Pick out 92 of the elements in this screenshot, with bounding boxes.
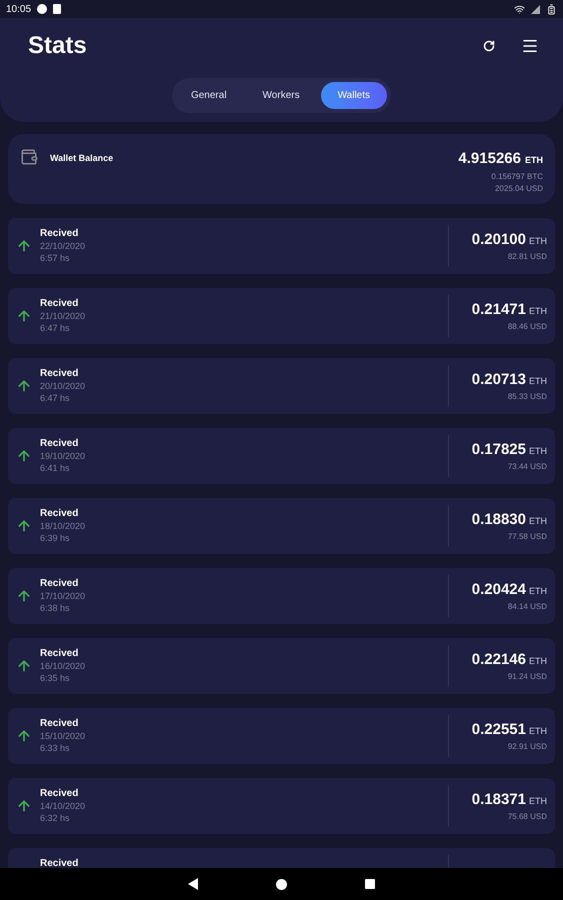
transaction-amount: 0.22146 <box>472 650 526 670</box>
tab[interactable]: Workers <box>248 82 315 109</box>
transaction-card[interactable]: Recived 19/10/2020 6:41 hs 0.17825 ETH 73.44 USD <box>8 428 555 484</box>
transaction-unit: ETH <box>529 374 547 388</box>
arrow-up-icon <box>16 448 32 464</box>
transaction-card[interactable]: Recived <box>8 848 555 868</box>
balance-usd: 2025.04 USD <box>494 182 543 194</box>
page-title: Stats <box>28 31 87 61</box>
transaction-usd: 88.46 USD <box>508 321 547 334</box>
transaction-time: 6:38 hs <box>40 602 71 614</box>
transaction-usd: 73.44 USD <box>508 461 547 474</box>
transaction-title: Recived <box>40 508 80 520</box>
transaction-date: 17/10/2020 <box>40 590 86 602</box>
transaction-unit: ETH <box>529 724 547 738</box>
transaction-amount: 0.20424 <box>472 580 526 600</box>
menu-icon <box>521 37 539 55</box>
balance-unit: ETH <box>525 154 543 167</box>
transaction-amount: 0.20100 <box>472 230 526 250</box>
transaction-amount: 0.22551 <box>472 720 526 740</box>
back-icon <box>188 878 198 890</box>
transaction-title: Recived <box>40 788 80 800</box>
transaction-usd: 75.68 USD <box>508 811 547 824</box>
transaction-title: Recived <box>40 858 78 868</box>
wallet-icon <box>20 148 38 166</box>
transaction-card[interactable]: Recived 15/10/2020 6:33 hs 0.22551 ETH 92.91 USD <box>8 708 555 764</box>
transaction-date: 19/10/2020 <box>40 450 86 462</box>
transaction-time: 6:57 hs <box>40 252 71 264</box>
transaction-amount: 0.20713 <box>472 370 526 390</box>
transaction-date: 15/10/2020 <box>40 730 86 742</box>
home-button[interactable] <box>276 878 287 890</box>
transaction-time: 6:32 hs <box>40 812 71 824</box>
home-icon <box>276 878 287 890</box>
transaction-card[interactable]: Recived 21/10/2020 6:47 hs 0.21471 ETH 88.46 USD <box>8 288 555 344</box>
transaction-amount: 0.18830 <box>472 510 526 530</box>
transaction-title: Recived <box>40 438 80 450</box>
transaction-time: 6:33 hs <box>40 742 71 754</box>
transaction-unit: ETH <box>529 234 547 248</box>
transaction-unit: ETH <box>529 584 547 598</box>
transaction-usd: 77.58 USD <box>508 531 547 544</box>
transaction-title: Recived <box>40 648 80 660</box>
transaction-amount: 0.18371 <box>472 790 526 810</box>
sd-card-icon <box>53 4 62 14</box>
signal-icon <box>531 4 540 14</box>
transaction-usd: 91.24 USD <box>508 671 547 684</box>
tab[interactable]: General <box>176 82 242 109</box>
transaction-usd: 82.81 USD <box>508 251 547 264</box>
refresh-button[interactable] <box>481 38 497 54</box>
back-button[interactable] <box>188 878 198 890</box>
transaction-title: Recived <box>40 718 80 730</box>
transaction-usd: 85.33 USD <box>508 391 547 404</box>
arrow-up-icon <box>16 308 32 324</box>
transaction-card[interactable]: Recived 14/10/2020 6:32 hs 0.18371 ETH 75.68 USD <box>8 778 555 834</box>
transaction-card[interactable]: Recived 18/10/2020 6:39 hs 0.18830 ETH 77.58 USD <box>8 498 555 554</box>
transaction-card[interactable]: Recived 16/10/2020 6:35 hs 0.22146 ETH 91.24 USD <box>8 638 555 694</box>
arrow-up-icon <box>16 378 32 394</box>
transaction-unit: ETH <box>529 304 547 318</box>
status-time: 10:05 <box>6 2 32 16</box>
transaction-amount: 0.21471 <box>472 300 526 320</box>
transaction-date: 14/10/2020 <box>40 800 86 812</box>
transaction-usd: 84.14 USD <box>508 601 547 614</box>
transaction-time: 6:41 hs <box>40 462 71 474</box>
transaction-date: 16/10/2020 <box>40 660 86 672</box>
balance-label: Wallet Balance <box>50 152 114 165</box>
transaction-title: Recived <box>40 368 80 380</box>
balance-amount: 4.915266 <box>458 149 521 169</box>
transaction-card[interactable]: Recived 17/10/2020 6:38 hs 0.20424 ETH 84.14 USD <box>8 568 555 624</box>
transaction-time: 6:47 hs <box>40 392 71 404</box>
transaction-date: 18/10/2020 <box>40 520 86 532</box>
transaction-usd: 92.91 USD <box>508 741 547 754</box>
transaction-unit: ETH <box>529 514 547 528</box>
wifi-icon <box>514 4 525 14</box>
transaction-unit: ETH <box>529 654 547 668</box>
balance-btc: 0.156797 BTC <box>491 170 543 182</box>
transaction-time: 6:39 hs <box>40 532 71 544</box>
transaction-time: 6:35 hs <box>40 672 71 684</box>
transaction-unit: ETH <box>529 794 547 808</box>
transaction-title: Recived <box>40 298 80 310</box>
transaction-card[interactable]: Recived 20/10/2020 6:47 hs 0.20713 ETH 85.33 USD <box>8 358 555 414</box>
transaction-unit: ETH <box>529 444 547 458</box>
refresh-icon <box>483 40 495 52</box>
tab[interactable]: Wallets <box>320 82 388 109</box>
transaction-date: 22/10/2020 <box>40 240 86 252</box>
transaction-card[interactable]: Recived 22/10/2020 6:57 hs 0.20100 ETH 82.81 USD <box>8 218 555 274</box>
transaction-time: 6:47 hs <box>40 322 71 334</box>
notification-icon <box>37 4 48 14</box>
transaction-date: 20/10/2020 <box>40 380 86 392</box>
battery-icon <box>546 4 557 14</box>
transaction-date: 21/10/2020 <box>40 310 86 322</box>
recents-icon <box>365 879 375 889</box>
transaction-title: Recived <box>40 228 80 240</box>
transaction-title: Recived <box>40 578 80 590</box>
transaction-amount: 0.17825 <box>472 440 526 460</box>
